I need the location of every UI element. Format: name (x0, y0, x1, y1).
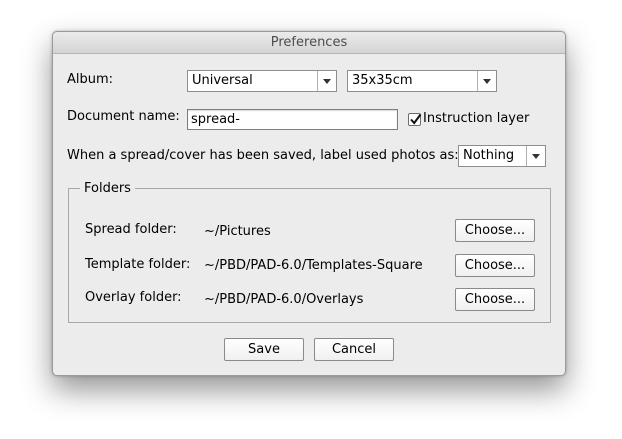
label-used-photos-label: When a spread/cover has been saved, labe… (67, 148, 459, 163)
spread-folder-choose-button[interactable]: Choose... (455, 219, 535, 242)
album-type-dropdown-button[interactable] (317, 71, 336, 91)
album-label: Album: (67, 72, 114, 87)
document-name-label: Document name: (67, 109, 180, 124)
album-size-dropdown-button[interactable] (477, 71, 496, 91)
document-name-field[interactable]: spread- (187, 109, 398, 130)
overlay-folder-choose-button[interactable]: Choose... (455, 288, 535, 311)
chevron-down-icon (532, 154, 540, 159)
template-folder-choose-button[interactable]: Choose... (455, 254, 535, 277)
overlay-folder-path: ~/PBD/PAD-6.0/Overlays (204, 292, 364, 307)
album-type-value: Universal (192, 73, 253, 88)
album-size-value: 35x35cm (352, 73, 413, 88)
label-used-photos-dropdown-button[interactable] (526, 146, 545, 166)
template-folder-label: Template folder: (85, 257, 191, 272)
save-button[interactable]: Save (224, 338, 304, 361)
cancel-button[interactable]: Cancel (314, 338, 394, 361)
window-title: Preferences (53, 32, 565, 54)
template-folder-path: ~/PBD/PAD-6.0/Templates-Square (204, 258, 423, 273)
chevron-down-icon (323, 79, 331, 84)
label-used-photos-value: Nothing (463, 148, 515, 163)
spread-folder-label: Spread folder: (85, 222, 177, 237)
instruction-layer-label[interactable]: Instruction layer (423, 111, 529, 126)
preferences-dialog: Preferences Album: Universal 35x35cm Doc… (52, 31, 566, 376)
chevron-down-icon (483, 79, 491, 84)
instruction-layer-checkbox[interactable] (408, 113, 422, 126)
spread-folder-path: ~/Pictures (204, 224, 271, 239)
checkmark-icon (410, 113, 422, 125)
overlay-folder-label: Overlay folder: (85, 290, 182, 305)
album-type-select[interactable]: Universal (187, 70, 337, 92)
album-size-select[interactable]: 35x35cm (347, 70, 497, 92)
folders-group-title: Folders (80, 181, 135, 196)
label-used-photos-select[interactable]: Nothing (458, 145, 546, 167)
